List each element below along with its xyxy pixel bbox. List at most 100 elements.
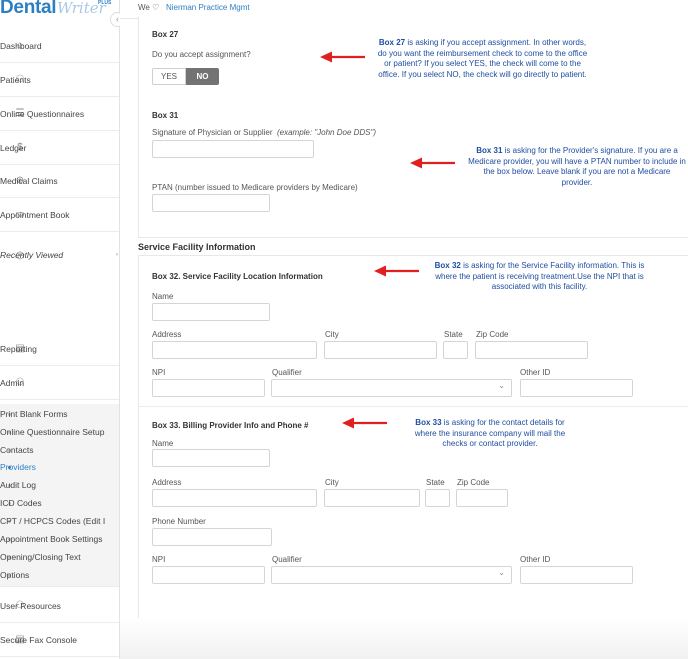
dentalwriter-logo[interactable]: Dental Writer PLUS: [0, 0, 119, 22]
facility-npi-label: NPI: [152, 368, 166, 377]
we-love-label: We ♡: [138, 3, 160, 12]
facility-zip-input[interactable]: [475, 341, 588, 359]
submenu-item-print-blank-forms[interactable]: Print Blank Forms: [0, 407, 68, 421]
box33-note: Box 33 is asking for the contact details…: [410, 418, 570, 450]
facility-qualifier-label: Qualifier: [272, 368, 302, 377]
arrow-left-icon: [410, 157, 455, 169]
facility-qualifier-select[interactable]: [271, 379, 512, 397]
admin-submenu: Print Blank Forms Online Questionnaire S…: [0, 404, 119, 587]
sidebar-item-secure-fax-console[interactable]: ▤ Secure Fax Console: [0, 623, 119, 657]
billing-address-label: Address: [152, 478, 182, 487]
sidebar-item-label: Dashboard: [0, 40, 42, 51]
sidebar-item-label: User Resources: [0, 600, 61, 611]
facility-state-input[interactable]: [443, 341, 468, 359]
section-divider: [139, 406, 688, 407]
facility-city-label: City: [325, 330, 339, 339]
assignment-no-button[interactable]: NO: [186, 68, 219, 85]
sidebar-item-label: Appointment Book: [0, 209, 70, 220]
sidebar-item-dashboard[interactable]: ⌂ Dashboard: [0, 29, 119, 63]
submenu-item-label: CPT / HCPCS Codes (Edit I: [0, 516, 106, 526]
box32-title: Box 32. Service Facility Location Inform…: [152, 272, 323, 281]
billing-city-input[interactable]: [324, 489, 420, 507]
facility-other-id-input[interactable]: [520, 379, 633, 397]
sidebar-item-label: Online Questionnaires: [0, 108, 85, 119]
billing-city-label: City: [325, 478, 339, 487]
billing-zip-label: Zip Code: [457, 478, 490, 487]
sidebar-item-patients[interactable]: ⚇ Patients: [0, 63, 119, 97]
sidebar-item-admin[interactable]: ⚇ Admin: [0, 366, 119, 400]
assignment-toggle[interactable]: YES NO: [152, 68, 219, 85]
note-box-label: Box 31: [476, 146, 503, 155]
submenu-item-appointment-book-settings[interactable]: Appointment Book Settings: [0, 532, 103, 546]
billing-phone-input[interactable]: [152, 528, 272, 546]
signature-label-text: Signature of Physician or Supplier: [152, 128, 273, 137]
facility-state-label: State: [444, 330, 463, 339]
submenu-item-label: Providers: [0, 462, 36, 472]
sidebar-item-label: Medical Claims: [0, 175, 58, 186]
submenu-item-icd-codes[interactable]: ICD Codes: [0, 496, 42, 510]
submenu-item-contacts[interactable]: Contacts: [0, 443, 34, 457]
box31-note: Box 31 is asking for the Provider's sign…: [468, 146, 686, 188]
facility-name-label: Name: [152, 292, 174, 301]
note-box-label: Box 32: [434, 261, 461, 270]
sidebar-item-online-questionnaires[interactable]: ☰ Online Questionnaires: [0, 97, 119, 131]
submenu-item-options[interactable]: Options: [0, 568, 29, 582]
box33-title: Box 33. Billing Provider Info and Phone …: [152, 421, 309, 430]
billing-state-input[interactable]: [425, 489, 450, 507]
box27-note: Box 27 is asking if you accept assignmen…: [375, 38, 590, 80]
sidebar-item-recently-viewed[interactable]: ◷ Recently Viewed ›: [0, 238, 119, 272]
sidebar-item-medical-claims[interactable]: ⊕ Medical Claims: [0, 164, 119, 198]
practice-name-link[interactable]: Nierman Practice Mgmt: [166, 3, 250, 12]
billing-zip-input[interactable]: [456, 489, 508, 507]
submenu-item-label: Online Questionnaire Setup: [0, 427, 105, 437]
billing-qualifier-select[interactable]: [271, 566, 512, 584]
submenu-item-label: Appointment Book Settings: [0, 534, 103, 544]
logo-text-dental: Dental: [0, 0, 57, 18]
facility-address-label: Address: [152, 330, 182, 339]
billing-name-label: Name: [152, 439, 174, 448]
sidebar-item-label: Patients: [0, 74, 31, 85]
submenu-item-providers[interactable]: Providers: [0, 460, 36, 474]
ptan-input[interactable]: [152, 194, 270, 212]
billing-other-id-label: Other ID: [520, 555, 551, 564]
facility-other-id-label: Other ID: [520, 368, 551, 377]
logo-plus-badge: PLUS: [98, 0, 112, 6]
sidebar-item-user-resources[interactable]: ⚇ User Resources: [0, 589, 119, 623]
sidebar-item-label: Reporting: [0, 343, 37, 354]
facility-npi-input[interactable]: [152, 379, 265, 397]
assignment-yes-button[interactable]: YES: [152, 68, 186, 85]
billing-state-label: State: [426, 478, 445, 487]
submenu-item-cpt-hcpcs-codes[interactable]: CPT / HCPCS Codes (Edit I: [0, 514, 105, 528]
sidebar-item-ledger[interactable]: $ Ledger: [0, 131, 119, 165]
sidebar-item-reporting[interactable]: ▤ Reporting: [0, 332, 119, 366]
box27-title: Box 27: [152, 30, 179, 39]
billing-npi-label: NPI: [152, 555, 166, 564]
submenu-item-label: Contacts: [0, 445, 34, 455]
note-box-label: Box 33: [415, 418, 442, 427]
submenu-item-online-questionnaire-setup[interactable]: Online Questionnaire Setup: [0, 425, 104, 439]
signature-label: Signature of Physician or Supplier (exam…: [152, 128, 376, 137]
billing-name-input[interactable]: [152, 449, 270, 467]
main-content: Box 27 Do you accept assignment? YES NO …: [120, 17, 688, 659]
service-facility-section-title: Service Facility Information: [138, 242, 256, 252]
note-text: is asking if you accept assignment. In o…: [377, 38, 588, 79]
billing-address-input[interactable]: [152, 489, 317, 507]
signature-input[interactable]: [152, 140, 314, 158]
facility-address-input[interactable]: [152, 341, 317, 359]
facility-city-input[interactable]: [324, 341, 437, 359]
facility-name-input[interactable]: [152, 303, 270, 321]
submenu-item-opening-closing-text[interactable]: Opening/Closing Text: [0, 550, 81, 564]
ptan-label: PTAN (number issued to Medicare provider…: [152, 183, 358, 192]
billing-qualifier-label: Qualifier: [272, 555, 302, 564]
submenu-item-label: ICD Codes: [0, 498, 42, 508]
sidebar-item-label: Admin: [0, 377, 25, 388]
sidebar-item-label: Ledger: [0, 142, 27, 153]
submenu-item-audit-log[interactable]: Audit Log: [0, 478, 36, 492]
sidebar-item-appointment-book[interactable]: ▭ Appointment Book: [0, 198, 119, 232]
billing-other-id-input[interactable]: [520, 566, 633, 584]
billing-npi-input[interactable]: [152, 566, 265, 584]
chevron-right-icon: ›: [116, 252, 118, 258]
box27-question: Do you accept assignment?: [152, 50, 251, 59]
note-text: is asking for the Service Facility infor…: [435, 261, 645, 291]
box32-note: Box 32 is asking for the Service Facilit…: [433, 261, 646, 293]
